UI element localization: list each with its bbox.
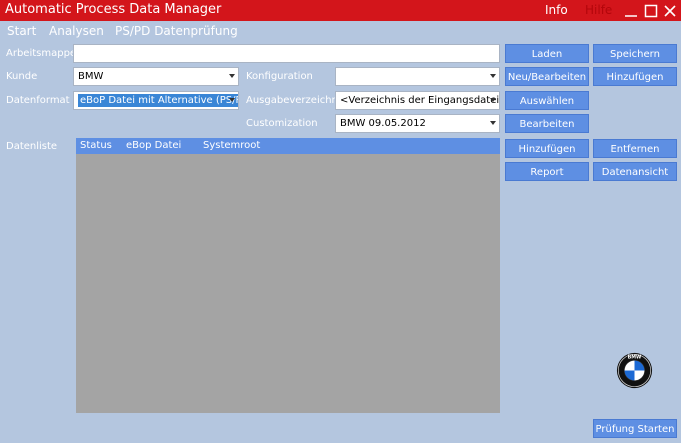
neu-bearbeiten-button[interactable]: Neu/Bearbeiten	[505, 67, 589, 86]
minimize-icon[interactable]	[623, 3, 639, 19]
pruefung-starten-button[interactable]: Prüfung Starten	[593, 419, 677, 438]
bmw-logo: BMW	[616, 352, 653, 389]
konfiguration-label: Konfiguration	[246, 71, 313, 82]
report-button[interactable]: Report	[505, 162, 589, 181]
datenformat-select[interactable]: eBoP Datei mit Alternative (PS/PD	[73, 91, 239, 110]
ausgabeverzeichnis-select[interactable]: <Verzeichnis der Eingangsdatei>	[335, 91, 500, 110]
chevron-down-icon	[229, 98, 235, 102]
kunde-select[interactable]: BMW	[73, 67, 239, 86]
info-link[interactable]: Info	[545, 3, 568, 17]
datenliste-table[interactable]: Status eBop Datei Systemroot	[76, 138, 500, 413]
maximize-icon[interactable]	[643, 3, 659, 19]
chevron-down-icon	[490, 74, 496, 78]
datenformat-label: Datenformat	[6, 95, 70, 106]
column-systemroot[interactable]: Systemroot	[203, 140, 260, 151]
column-status[interactable]: Status	[80, 140, 112, 151]
speichern-button[interactable]: Speichern	[593, 44, 677, 63]
datenformat-value: eBoP Datei mit Alternative (PS/PD	[78, 94, 238, 107]
bearbeiten-button[interactable]: Bearbeiten	[505, 114, 589, 133]
menu-analysen[interactable]: Analysen	[49, 24, 104, 38]
chevron-down-icon	[490, 98, 496, 102]
title-bar: Automatic Process Data Manager Info Hilf…	[0, 0, 681, 21]
chevron-down-icon	[490, 121, 496, 125]
menu-bar: Start Analysen PS/PD Datenprüfung	[0, 21, 681, 42]
customization-value: BMW 09.05.2012	[340, 118, 426, 129]
kunde-label: Kunde	[6, 71, 38, 82]
ausgabeverzeichnis-label: Ausgabeverzeichnis	[246, 95, 346, 106]
hilfe-link[interactable]: Hilfe	[585, 3, 612, 17]
chevron-down-icon	[229, 74, 235, 78]
window-title: Automatic Process Data Manager	[5, 2, 222, 17]
menu-start[interactable]: Start	[7, 24, 36, 38]
konfiguration-select[interactable]	[335, 67, 500, 86]
auswaehlen-button[interactable]: Auswählen	[505, 91, 589, 110]
datenansicht-button[interactable]: Datenansicht	[593, 162, 677, 181]
customization-select[interactable]: BMW 09.05.2012	[335, 114, 500, 133]
arbeitsmappe-label: Arbeitsmappe	[6, 48, 77, 59]
laden-button[interactable]: Laden	[505, 44, 589, 63]
datenliste-label: Datenliste	[6, 141, 58, 152]
column-ebop-datei[interactable]: eBop Datei	[126, 140, 181, 151]
ausgabeverzeichnis-value: <Verzeichnis der Eingangsdatei>	[340, 95, 500, 106]
datenliste-header: Status eBop Datei Systemroot	[76, 138, 500, 154]
hinzufuegen-top-button[interactable]: Hinzufügen	[593, 67, 677, 86]
hinzufuegen-button[interactable]: Hinzufügen	[505, 139, 589, 158]
bmw-logo-text: BMW	[628, 355, 642, 361]
kunde-value: BMW	[78, 71, 104, 82]
close-icon[interactable]	[662, 3, 678, 19]
entfernen-button[interactable]: Entfernen	[593, 139, 677, 158]
arbeitsmappe-input[interactable]	[73, 44, 500, 63]
customization-label: Customization	[246, 118, 318, 129]
menu-pspd-datenpruefung[interactable]: PS/PD Datenprüfung	[115, 24, 238, 38]
